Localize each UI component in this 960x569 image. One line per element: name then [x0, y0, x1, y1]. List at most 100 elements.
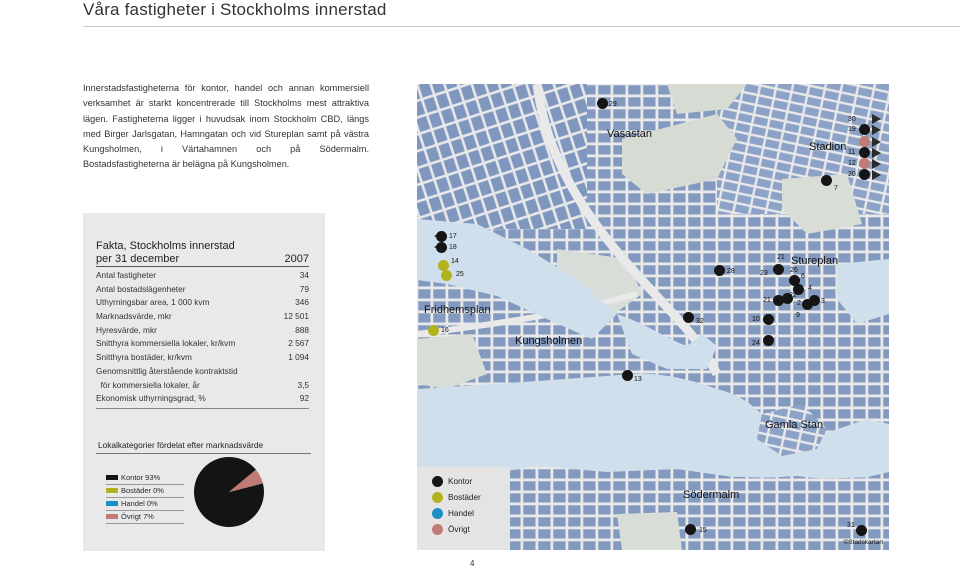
property-number: 10 — [752, 316, 760, 323]
facts-panel: Fakta, Stockholms innerstad per 31 decem… — [83, 213, 325, 551]
fact-label: Hyresvärde, mkr — [96, 324, 157, 335]
property-marker-bostader[interactable] — [428, 325, 439, 336]
property-marker[interactable] — [436, 231, 447, 242]
property-marker[interactable] — [622, 370, 633, 381]
fact-value: 3,5 — [297, 379, 309, 390]
facts-heading-line1: Fakta, Stockholms innerstad — [96, 240, 235, 252]
property-marker[interactable] — [763, 314, 774, 325]
property-marker[interactable] — [856, 525, 867, 536]
legend-label: Kontor 93% — [121, 473, 161, 482]
title-rule — [83, 26, 960, 27]
property-marker-arrow[interactable] — [872, 159, 881, 169]
property-marker[interactable] — [802, 299, 813, 310]
map-label-stadion: Stadion — [809, 141, 847, 153]
property-number: 14 — [451, 258, 459, 265]
fact-row: Snitthyra bostäder, kr/kvm 1 094 — [96, 351, 309, 365]
fact-row: Snitthyra kommersiella lokaler, kr/kvm 2 … — [96, 337, 309, 351]
property-marker[interactable] — [821, 175, 832, 186]
fact-label: för kommersiella lokaler, år — [96, 379, 200, 390]
property-number: 24 — [752, 340, 760, 347]
fact-value: 92 — [299, 393, 309, 404]
legend-item-bostader: Bostäder 0% — [106, 485, 184, 498]
property-number: 26 — [790, 267, 798, 274]
kontor-dot-icon — [432, 476, 443, 487]
property-number: 13 — [634, 376, 642, 383]
legend-item-ovrigt: Övrigt 7% — [106, 511, 184, 524]
fact-value: 346 — [295, 297, 309, 308]
property-marker[interactable] — [859, 147, 870, 158]
fact-row: Marknadsvärde, mkr 12 501 — [96, 310, 309, 324]
fact-label: Snitthyra kommersiella lokaler, kr/kvm — [96, 338, 236, 349]
distribution-pie-chart — [194, 457, 264, 527]
facts-list: Antal fastigheter 34 Antal bostadslägenhe… — [96, 269, 309, 406]
property-number: 15 — [699, 527, 707, 534]
map-legend-label: Handel — [448, 509, 474, 518]
map-legend-label: Kontor — [448, 477, 473, 486]
property-number: 22 — [789, 292, 797, 299]
property-marker-arrow[interactable] — [872, 148, 881, 158]
fact-label: Antal bostadslägenheter — [96, 283, 186, 294]
property-marker-arrow[interactable] — [872, 125, 881, 135]
property-marker[interactable] — [859, 124, 870, 135]
map-legend-label: Övrigt — [448, 525, 470, 534]
property-marker[interactable] — [597, 98, 608, 109]
fact-row: Antal fastigheter 34 — [96, 269, 309, 283]
intro-text: Innerstadsfastigheterna för kontor, hand… — [83, 83, 369, 170]
property-marker-arrow[interactable] — [872, 137, 881, 147]
property-marker[interactable] — [714, 265, 725, 276]
map-legend: Kontor Bostäder Handel Övrigt — [417, 467, 510, 550]
property-marker-arrow[interactable] — [872, 114, 881, 124]
property-number: 2 — [797, 300, 801, 307]
map-copyright: ©Stadskartan — [843, 539, 883, 546]
property-number: 23 — [760, 270, 768, 277]
map-legend-label: Bostäder — [448, 493, 481, 502]
legend-label: Bostäder 0% — [121, 486, 164, 495]
property-marker-ovrigt[interactable] — [859, 158, 870, 169]
bostader-dot-icon — [432, 492, 443, 503]
fact-label: Genomsnittlig återstående kontraktstid — [96, 365, 238, 376]
map-label-fridhemsplan: Fridhemsplan — [424, 304, 491, 316]
property-number: 12 — [848, 160, 856, 167]
property-marker-ovrigt[interactable] — [859, 136, 870, 147]
fact-value: 1 094 — [288, 352, 309, 363]
fact-value: 79 — [299, 283, 309, 294]
city-map: Vasastan Stadion Stureplan Fridhemsplan … — [417, 84, 889, 550]
property-marker-bostader[interactable] — [441, 270, 452, 281]
fact-label: Ekonomisk uthyrningsgrad, % — [96, 393, 206, 404]
property-number: 25 — [456, 271, 464, 278]
ovrigt-dot-icon — [432, 524, 443, 535]
fact-value: 2 567 — [288, 338, 309, 349]
property-marker[interactable] — [683, 312, 694, 323]
fact-label: Snitthyra bostäder, kr/kvm — [96, 352, 192, 363]
fact-label: Antal fastigheter — [96, 270, 156, 280]
distribution-rule — [96, 453, 311, 454]
fact-value: 12 501 — [283, 311, 309, 322]
property-marker[interactable] — [773, 264, 784, 275]
fact-row: Hyresvärde, mkr 888 — [96, 324, 309, 338]
legend-item-kontor: Kontor 93% — [106, 472, 184, 485]
handel-dot-icon — [432, 508, 443, 519]
map-label-gamla-stan: Gamla Stan — [765, 419, 824, 431]
fact-row: Ekonomisk uthyrningsgrad, % 92 — [96, 392, 309, 406]
property-marker-arrow[interactable] — [872, 170, 881, 180]
property-marker[interactable] — [763, 335, 774, 346]
property-number: 17 — [449, 233, 457, 240]
property-marker[interactable] — [859, 169, 870, 180]
fact-row: för kommersiella lokaler, år 3,5 — [96, 379, 309, 393]
facts-year: 2007 — [284, 253, 309, 265]
map-label-stureplan: Stureplan — [791, 255, 839, 267]
property-number: 3 — [821, 298, 825, 305]
facts-heading: Fakta, Stockholms innerstad per 31 decem… — [96, 240, 309, 266]
legend-label: Övrigt 7% — [121, 512, 154, 521]
facts-heading-line2: per 31 december — [96, 253, 180, 265]
property-marker[interactable] — [436, 242, 447, 253]
property-number: 18 — [449, 244, 457, 251]
map-label-vasastan: Vasastan — [607, 128, 653, 140]
property-number: 31 — [847, 522, 855, 529]
property-number: 21 — [763, 297, 771, 304]
distribution-title: Lokalkategorier fördelat efter marknadsv… — [98, 440, 264, 450]
fact-row: Antal bostadslägenheter 79 — [96, 283, 309, 297]
map-label-kungsholmen: Kungsholmen — [515, 335, 583, 347]
property-number: 7 — [834, 185, 838, 192]
property-marker[interactable] — [685, 524, 696, 535]
